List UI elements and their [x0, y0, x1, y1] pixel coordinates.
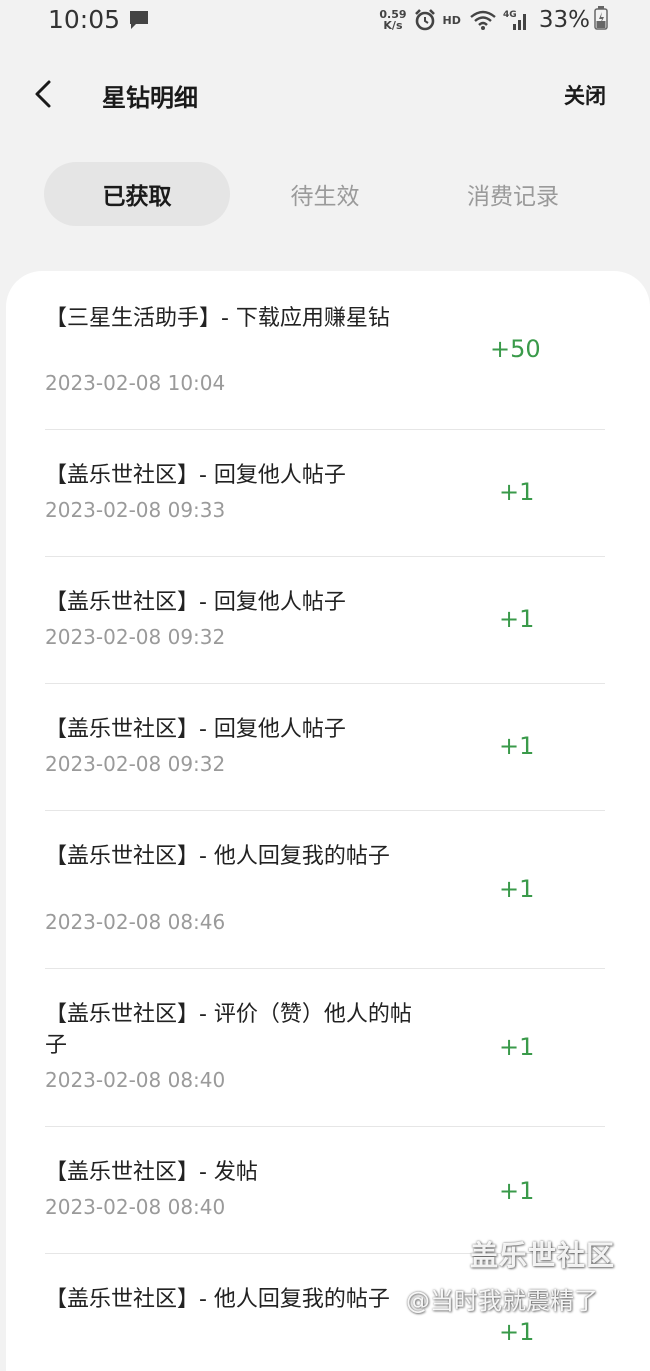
battery-percent: 33% [538, 7, 590, 33]
back-button[interactable] [26, 76, 62, 112]
network-type-label: 4G [503, 10, 517, 20]
watermark-brand: 盖乐世社区 [470, 1239, 616, 1272]
record-points: +1 [499, 1033, 535, 1061]
record-points: +1 [499, 478, 535, 506]
page-title: 星钻明细 [102, 84, 198, 112]
record-title: 【盖乐世社区】- 回复他人帖子 [45, 717, 346, 742]
hd-label: HD [442, 13, 461, 27]
record-title: 【盖乐世社区】- 回复他人帖子 [45, 463, 346, 488]
close-button[interactable]: 关闭 [564, 80, 606, 110]
record-time: 2023-02-08 08:40 [45, 1068, 226, 1092]
app-header: 星钻明细 关闭 [0, 50, 650, 140]
record-points: +1 [499, 1318, 535, 1346]
record-time: 2023-02-08 09:33 [45, 498, 226, 522]
record-time: 2023-02-08 10:04 [45, 371, 226, 395]
status-time: 10:05 [48, 5, 121, 34]
alarm-icon [413, 8, 437, 32]
tab-pending[interactable]: 待生效 [232, 162, 418, 226]
list-item[interactable]: 【盖乐世社区】- 回复他人帖子 2023-02-08 09:33 +1 [45, 430, 605, 557]
status-bar: 10:05 0.59 K/s HD 4G 33% [0, 0, 650, 42]
record-title: 【三星生活助手】- 下载应用赚星钻 [45, 306, 390, 331]
record-title: 【盖乐世社区】- 评价（赞）他人的帖子 [45, 1002, 412, 1058]
record-time: 2023-02-08 09:32 [45, 752, 226, 776]
record-points: +50 [490, 335, 541, 363]
record-title: 【盖乐世社区】- 发帖 [45, 1160, 258, 1185]
tab-bar: 已获取 待生效 消费记录 [0, 162, 650, 226]
record-time: 2023-02-08 09:32 [45, 625, 226, 649]
record-time: 2023-02-08 08:40 [45, 1195, 226, 1219]
message-icon [128, 10, 150, 30]
record-title: 【盖乐世社区】- 他人回复我的帖子 [45, 844, 390, 869]
list-item[interactable]: 【盖乐世社区】- 回复他人帖子 2023-02-08 09:32 +1 [45, 557, 605, 684]
record-points: +1 [499, 1177, 535, 1205]
record-points: +1 [499, 875, 535, 903]
status-icons: 0.59 K/s HD 4G 33% [379, 4, 608, 36]
list-item[interactable]: 【盖乐世社区】- 回复他人帖子 2023-02-08 09:32 +1 [45, 684, 605, 811]
net-speed: 0.59 K/s [379, 9, 406, 31]
list-item[interactable]: 【三星生活助手】- 下载应用赚星钻 2023-02-08 10:04 +50 [45, 271, 605, 430]
list-item[interactable]: 【盖乐世社区】- 评价（赞）他人的帖子 2023-02-08 08:40 +1 [45, 969, 605, 1127]
wifi-icon [469, 9, 497, 31]
records-list: 【三星生活助手】- 下载应用赚星钻 2023-02-08 10:04 +50 【… [6, 271, 650, 1371]
tab-consumption-records[interactable]: 消费记录 [420, 162, 606, 226]
record-title: 【盖乐世社区】- 他人回复我的帖子 [45, 1287, 390, 1312]
record-points: +1 [499, 732, 535, 760]
record-title: 【盖乐世社区】- 回复他人帖子 [45, 590, 346, 615]
watermark-user: @当时我就震精了 [406, 1287, 598, 1315]
battery-icon [594, 6, 608, 34]
record-time: 2023-02-08 08:46 [45, 910, 226, 934]
record-points: +1 [499, 605, 535, 633]
list-item[interactable]: 【盖乐世社区】- 他人回复我的帖子 2023-02-08 08:46 +1 [45, 811, 605, 969]
tab-acquired[interactable]: 已获取 [44, 162, 230, 226]
net-speed-unit: K/s [383, 19, 403, 32]
chevron-left-icon [35, 80, 51, 108]
signal-icon: 4G [503, 8, 529, 32]
